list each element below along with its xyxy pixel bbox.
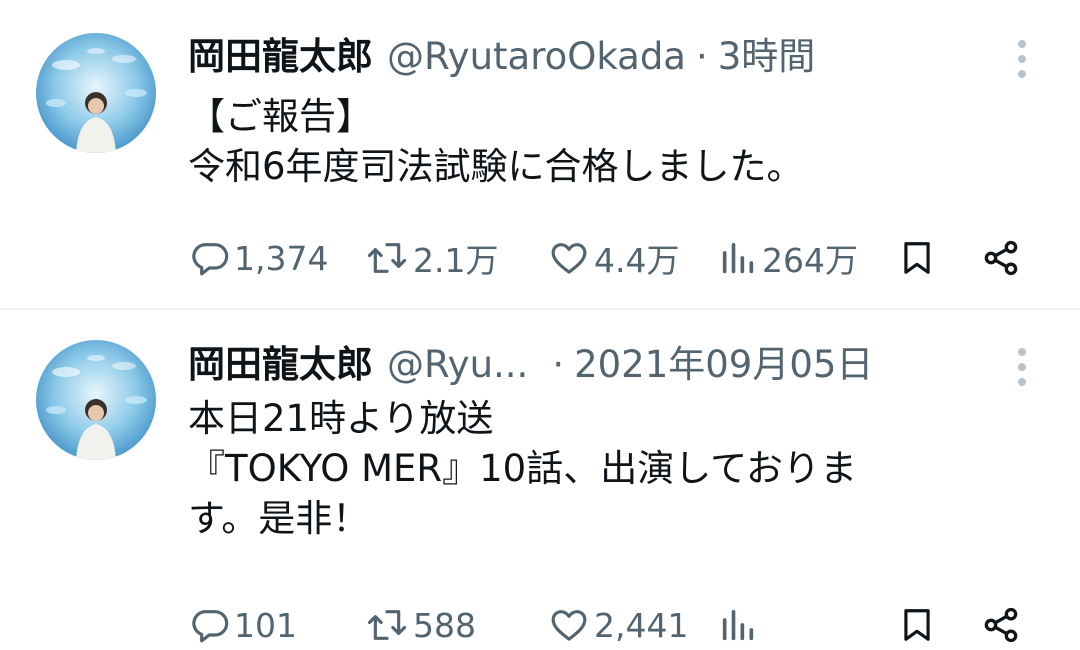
like-count: 2,441 [594, 605, 689, 645]
tweet-line: 令和6年度司法試験に合格しました。 [188, 145, 804, 188]
bookmark-button[interactable] [898, 600, 936, 650]
separator: · [695, 35, 708, 78]
bookmark-button[interactable] [898, 233, 936, 283]
retweet-button[interactable]: 588 [365, 600, 476, 650]
views-button[interactable]: 264万 [718, 233, 858, 283]
speech-bubble-icon [192, 610, 229, 643]
retweet-count: 588 [413, 605, 476, 645]
timestamp[interactable]: 3時間 [718, 38, 816, 75]
share-nodes-icon [984, 240, 1018, 276]
reply-button[interactable]: 1,374 [190, 233, 328, 283]
repost-icon [367, 610, 407, 640]
like-button[interactable]: 2,441 [548, 600, 688, 650]
author-handle[interactable]: @Ryu... [387, 346, 528, 383]
tweet-text: 本日21時より放送 『TOKYO MER』10話、出演しておりま す。是非！ [188, 394, 1018, 544]
author-name[interactable]: 岡田龍太郎 [188, 346, 373, 383]
tweet[interactable]: 岡田龍太郎 @Ryu... · 2021年09月05日 本日21時より放送 『T… [0, 310, 1080, 650]
more-options-icon[interactable] [1016, 40, 1028, 78]
tweet-header: 岡田龍太郎 @Ryu... · 2021年09月05日 [188, 346, 873, 383]
share-button[interactable] [980, 600, 1022, 650]
tweet-text: 【ご報告】 令和6年度司法試験に合格しました。 [188, 92, 1018, 192]
like-count: 4.4万 [594, 241, 680, 280]
heart-icon [551, 243, 587, 274]
share-nodes-icon [984, 607, 1018, 643]
view-count: 264万 [762, 241, 858, 280]
bar-chart-icon [722, 609, 754, 641]
retweet-button[interactable]: 2.1万 [365, 233, 498, 283]
tweet-line: す。是非！ [188, 497, 370, 540]
share-button[interactable] [980, 233, 1022, 283]
tweet-line: 本日21時より放送 [188, 397, 494, 440]
separator: · [552, 343, 565, 386]
tweet[interactable]: 岡田龍太郎 @RyutaroOkada · 3時間 【ご報告】 令和6年度司法試… [0, 0, 1080, 308]
views-button[interactable] [718, 600, 762, 650]
tweet-header: 岡田龍太郎 @RyutaroOkada · 3時間 [188, 38, 815, 75]
retweet-count: 2.1万 [413, 241, 499, 280]
action-bar: 101 588 2,441 [0, 600, 1080, 650]
author-name[interactable]: 岡田龍太郎 [188, 38, 373, 75]
reply-count: 101 [234, 605, 297, 645]
avatar[interactable] [36, 340, 156, 460]
action-bar: 1,374 2.1万 4.4万 264万 [0, 233, 1080, 283]
bar-chart-icon [722, 242, 754, 274]
more-options-icon[interactable] [1016, 348, 1028, 386]
like-button[interactable]: 4.4万 [548, 233, 679, 283]
bookmark-icon [904, 609, 930, 641]
avatar[interactable] [36, 33, 156, 153]
author-handle[interactable]: @RyutaroOkada [387, 38, 686, 75]
tweet-line: 『TOKYO MER』10話、出演しておりま [188, 447, 858, 490]
tweet-line: 【ご報告】 [188, 95, 373, 138]
bookmark-icon [904, 242, 930, 274]
speech-bubble-icon [192, 243, 229, 276]
reply-button[interactable]: 101 [190, 600, 297, 650]
timestamp[interactable]: 2021年09月05日 [574, 346, 873, 383]
heart-icon [551, 610, 587, 641]
repost-icon [367, 243, 407, 273]
reply-count: 1,374 [234, 238, 329, 278]
